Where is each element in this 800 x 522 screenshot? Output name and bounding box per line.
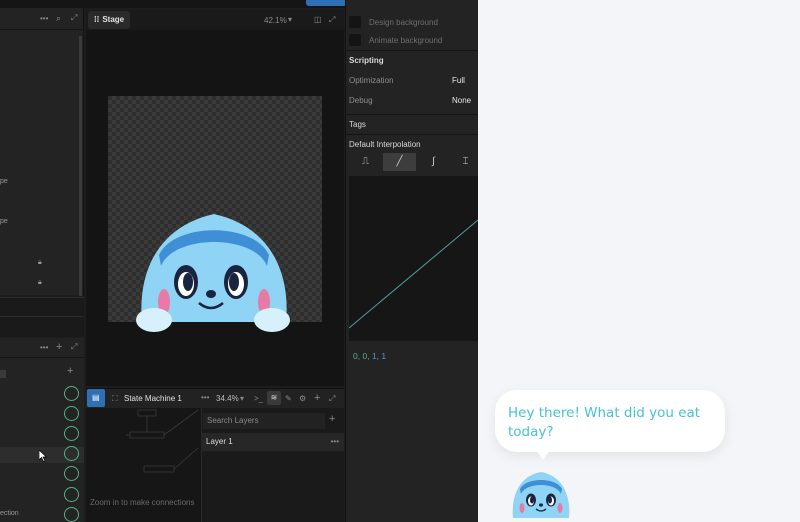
character-illustration[interactable]: [134, 210, 294, 335]
hierarchy-panel: ••• ⌕ ⤢ pe pe 🔒︎ 🔒︎: [0, 8, 84, 296]
state-machine-graph[interactable]: Zoom in to make connections: [86, 408, 201, 522]
status-circle[interactable]: [64, 487, 79, 502]
more-icon[interactable]: •••: [40, 343, 48, 352]
state-machine-title[interactable]: State Machine 1: [124, 394, 182, 403]
divider: [345, 50, 478, 51]
status-circle[interactable]: [64, 446, 79, 461]
terminal-icon[interactable]: >_: [254, 394, 263, 403]
row-marker: [0, 370, 6, 378]
linear-interpolation-icon[interactable]: ╱: [383, 153, 416, 171]
state-machine-icon: ⛶: [112, 394, 118, 403]
plus-icon[interactable]: +: [314, 392, 320, 404]
default-interpolation-heading: Default Interpolation: [349, 140, 421, 149]
cubic-interpolation-icon[interactable]: ∫: [417, 153, 450, 171]
plus-icon[interactable]: +: [329, 413, 335, 425]
connection-hint: Zoom in to make connections: [90, 498, 195, 507]
rive-editor: ••• ⌕ ⤢ pe pe 🔒︎ 🔒︎ ••• + ⤢ + ection 42.…: [0, 0, 478, 522]
lock-icon[interactable]: 🔒︎: [38, 259, 42, 267]
animations-header: ••• + ⤢: [0, 338, 84, 358]
divider: [345, 114, 478, 115]
scripting-heading: Scripting: [349, 56, 384, 65]
custom-interpolation-icon[interactable]: ⌶: [449, 153, 478, 171]
status-circle[interactable]: [64, 386, 79, 401]
lock-icon[interactable]: 🔒︎: [38, 279, 42, 287]
preview-character[interactable]: [510, 470, 572, 520]
interpolation-buttons: ⎍ ╱ ∫ ⌶: [349, 153, 476, 171]
optimization-label: Optimization: [349, 76, 394, 85]
expand-icon[interactable]: ⤢: [329, 394, 335, 404]
optimization-value[interactable]: Full: [452, 76, 465, 85]
animate-background-checkbox[interactable]: [349, 34, 361, 46]
list-icon: ▤: [92, 393, 100, 402]
expand-icon[interactable]: ⤢: [71, 342, 77, 352]
chevron-down-icon[interactable]: ▾: [288, 15, 292, 24]
hierarchy-item-label: pe: [0, 218, 8, 225]
divider: [345, 134, 478, 135]
state-machine-bar: ⛶ State Machine 1 ••• 34.4% ▾ >_ ≋ ✎ ⚙ +…: [86, 388, 344, 408]
edit-icon[interactable]: ✎: [285, 394, 292, 403]
interpolation-curve-editor[interactable]: [348, 176, 478, 341]
hierarchy-scrollbar[interactable]: [79, 36, 82, 296]
plus-icon[interactable]: +: [67, 365, 73, 377]
bubble-tail: [536, 450, 550, 460]
expand-icon[interactable]: ⤢: [71, 13, 77, 23]
more-icon[interactable]: •••: [201, 393, 209, 402]
chevron-down-icon[interactable]: ▾: [240, 394, 244, 403]
layer-name: Layer 1: [206, 437, 233, 446]
hierarchy-item-label: pe: [0, 178, 8, 185]
truncated-label: ection: [0, 510, 19, 517]
tab-stage[interactable]: ⁞⁞ Stage: [88, 11, 131, 29]
settings-icon[interactable]: ⚙: [299, 394, 306, 403]
expand-icon[interactable]: ⤢: [329, 15, 335, 25]
stage-title: Stage: [102, 15, 125, 24]
curve-value: 0,: [353, 351, 361, 361]
plus-icon[interactable]: +: [56, 341, 62, 353]
state-machine-zoom[interactable]: 34.4%: [216, 394, 239, 403]
design-background-label: Design background: [369, 18, 438, 27]
curve-value: 0,: [362, 351, 370, 361]
status-circle[interactable]: [64, 507, 79, 522]
search-layers-input[interactable]: Search Layers: [203, 413, 325, 429]
tags-heading[interactable]: Tags: [349, 120, 366, 129]
mouse-cursor: [39, 450, 47, 462]
debug-label: Debug: [349, 96, 373, 105]
status-circle[interactable]: [64, 426, 79, 441]
status-circle[interactable]: [64, 466, 79, 481]
curve-value: 1,: [371, 351, 380, 361]
hierarchy-header: ••• ⌕ ⤢: [0, 8, 83, 30]
stage-zoom[interactable]: 42.1%: [264, 16, 287, 25]
state-machine-toggle-button[interactable]: ▤: [87, 389, 105, 407]
top-blue-button[interactable]: [306, 0, 350, 6]
panel-icon[interactable]: ◫: [314, 15, 322, 24]
curve-value: 1: [381, 351, 387, 361]
status-circle[interactable]: [64, 406, 79, 421]
grid-icon: ⁞⁞: [94, 15, 100, 24]
curve-line: [348, 219, 478, 329]
debug-value[interactable]: None: [452, 96, 471, 105]
animate-background-label: Animate background: [369, 36, 443, 45]
search-icon[interactable]: ⌕: [56, 13, 61, 24]
layer-row[interactable]: Layer 1 •••: [201, 433, 344, 451]
hold-interpolation-icon[interactable]: ⎍: [349, 153, 382, 171]
bubble-message: Hey there! What did you eat today?: [508, 405, 701, 440]
more-icon[interactable]: •••: [40, 14, 48, 23]
more-icon[interactable]: •••: [331, 437, 339, 446]
speech-bubble: Hey there! What did you eat today?: [495, 390, 725, 452]
design-background-checkbox[interactable]: [349, 16, 361, 28]
panel-gap: [0, 297, 84, 337]
layers-icon[interactable]: ≋: [267, 391, 281, 405]
curve-values: 0, 0, 1, 1: [353, 351, 386, 361]
